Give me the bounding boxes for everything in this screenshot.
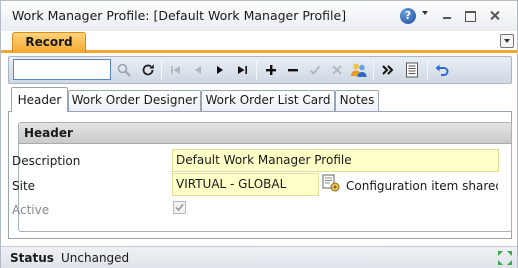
section-title: Header: [19, 123, 511, 144]
more-icon[interactable]: [377, 59, 399, 81]
site-label: Site: [12, 179, 36, 193]
tab-header[interactable]: Header: [11, 87, 68, 112]
search-icon[interactable]: [113, 59, 135, 81]
resize-grip-icon[interactable]: [497, 250, 513, 266]
active-checkbox[interactable]: [173, 201, 186, 214]
save-icon[interactable]: [304, 59, 326, 81]
active-label: Active: [12, 203, 50, 217]
help-icon[interactable]: ?: [400, 8, 416, 24]
maximize-button[interactable]: [463, 9, 477, 22]
add-icon[interactable]: [260, 59, 282, 81]
window-title: Work Manager Profile: [Default Work Mana…: [12, 8, 347, 23]
title-bar: Work Manager Profile: [Default Work Mana…: [1, 1, 517, 31]
first-icon[interactable]: [165, 59, 187, 81]
undo-icon[interactable]: [431, 59, 453, 81]
next-icon[interactable]: [209, 59, 231, 81]
refresh-icon[interactable]: [137, 59, 159, 81]
panel-menu-button[interactable]: [500, 34, 514, 48]
tab-work-order-list-card[interactable]: Work Order List Card: [201, 90, 335, 111]
site-shared-note: Configuration item shared by all sites: [346, 179, 498, 193]
toolbar: [8, 56, 512, 84]
delete-icon[interactable]: [282, 59, 304, 81]
minimize-button[interactable]: [440, 9, 454, 22]
last-icon[interactable]: [231, 59, 253, 81]
shared-config-icon: [321, 173, 341, 193]
description-label: Description: [12, 154, 81, 168]
status-value: Unchanged: [61, 251, 130, 265]
record-tab[interactable]: Record: [12, 32, 86, 53]
description-field[interactable]: Default Work Manager Profile: [172, 149, 499, 172]
users-icon[interactable]: [348, 59, 370, 81]
cancel-icon[interactable]: [326, 59, 348, 81]
close-button[interactable]: [488, 9, 502, 22]
help-dropdown-icon[interactable]: [422, 11, 428, 15]
list-icon[interactable]: [401, 59, 423, 81]
previous-icon[interactable]: [187, 59, 209, 81]
record-tab-strip: Record: [1, 31, 517, 53]
tab-notes[interactable]: Notes: [335, 90, 379, 111]
tab-work-order-designer[interactable]: Work Order Designer: [68, 90, 201, 111]
content-tabs: Header Work Order Designer Work Order Li…: [8, 87, 512, 112]
status-bar: Status Unchanged: [1, 246, 517, 268]
status-label: Status: [10, 251, 54, 265]
site-field[interactable]: VIRTUAL - GLOBAL: [172, 173, 319, 196]
search-input[interactable]: [13, 59, 111, 80]
window: Work Manager Profile: [Default Work Mana…: [0, 0, 518, 268]
